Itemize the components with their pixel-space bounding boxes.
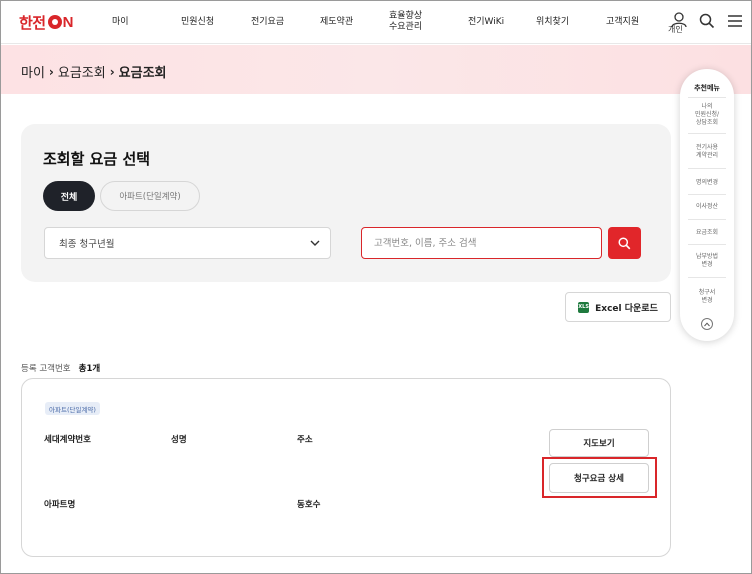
quick-item-payment-method[interactable]: 납부방법 변경 [688, 253, 726, 269]
nav-electric-fee[interactable]: 전기요금 [251, 17, 284, 28]
contract-type-badge: 아파트(단일계약) [45, 402, 100, 415]
quick-menu-divider [688, 194, 726, 195]
quick-item-my-requests[interactable]: 나의 민원신청/ 상담조회 [688, 103, 726, 127]
tab-apartment-single-contract[interactable]: 아파트(단일계약) [100, 181, 200, 211]
billing-month-select[interactable]: 최종 청구년월 [44, 227, 331, 259]
quick-menu-divider [688, 277, 726, 278]
search-icon [618, 236, 631, 249]
name-label: 성명 [171, 435, 187, 445]
household-number-label: 세대계약번호 [44, 435, 91, 445]
nav-civil-request[interactable]: 민원신청 [181, 17, 214, 28]
nav-efficiency[interactable]: 효율향상 수요관리 [389, 11, 422, 33]
customer-search-input[interactable] [361, 227, 602, 259]
search-button[interactable] [608, 227, 641, 259]
chevron-down-icon [310, 240, 320, 246]
page-banner: 마이 › 요금조회 › 요금조회 [1, 45, 751, 94]
registered-count: 등록 고객번호 총1개 [21, 362, 100, 374]
breadcrumb-item-fee-inquiry[interactable]: 요금조회 [58, 62, 106, 81]
registered-count-label: 등록 고객번호 [21, 364, 71, 374]
nav-support[interactable]: 고객지원 [606, 17, 639, 28]
customer-card: 아파트(단일계약) 세대계약번호 성명 주소 아파트명 동호수 지도보기 청구요… [21, 378, 671, 557]
scroll-top-button[interactable] [701, 318, 713, 330]
quick-item-bill-change[interactable]: 청구서 변경 [688, 289, 726, 305]
quick-item-contract-management[interactable]: 전기사용 계약관리 [688, 144, 726, 160]
unit-number-label: 동호수 [297, 500, 321, 510]
quick-menu: 추천메뉴 나의 민원신청/ 상담조회 전기사용 계약관리 명의변경 이사정산 요… [680, 69, 734, 341]
quick-item-move-settlement[interactable]: 이사정산 [688, 203, 726, 211]
billing-detail-button[interactable]: 청구요금 상세 [549, 463, 649, 493]
chevron-up-icon [704, 321, 710, 326]
page-title: 조회할 요금 선택 [43, 150, 151, 168]
nav-location[interactable]: 위치찾기 [536, 17, 569, 28]
search-icon[interactable] [699, 13, 715, 29]
chevron-right-icon: › [109, 64, 115, 79]
quick-item-fee-inquiry[interactable]: 요금조회 [688, 229, 726, 237]
address-label: 주소 [297, 435, 313, 445]
excel-icon: XLS [578, 301, 590, 313]
registered-count-total: 총1개 [78, 364, 101, 374]
hamburger-menu-icon[interactable] [727, 14, 743, 28]
nav-wiki[interactable]: 전기WiKi [468, 17, 504, 28]
quick-menu-divider [688, 219, 726, 220]
kepco-logo[interactable]: 한전 N [19, 12, 73, 32]
quick-menu-divider [688, 168, 726, 169]
breadcrumb-item-my[interactable]: 마이 [21, 62, 45, 81]
quick-menu-divider [688, 97, 726, 98]
excel-download-label: Excel 다운로드 [595, 303, 658, 314]
excel-download-button[interactable]: XLS Excel 다운로드 [565, 292, 671, 322]
chevron-right-icon: › [48, 64, 54, 79]
logo-on-dot [47, 15, 62, 29]
quick-menu-divider [688, 133, 726, 134]
site-header: 한전 N 마이 민원신청 전기요금 제도약관 효율향상 수요관리 전기WiKi … [1, 1, 751, 44]
nav-policy-terms[interactable]: 제도약관 [320, 17, 353, 28]
logo-text-pre: 한전 [19, 14, 46, 32]
quick-item-name-change[interactable]: 명의변경 [688, 179, 726, 187]
quick-menu-divider [688, 244, 726, 245]
breadcrumb-current: 요금조회 [118, 66, 167, 81]
nav-my[interactable]: 마이 [112, 17, 129, 28]
user-label[interactable]: 개인 [668, 24, 683, 35]
view-map-button[interactable]: 지도보기 [549, 429, 649, 457]
fee-selection-panel: 조회할 요금 선택 전체 아파트(단일계약) 최종 청구년월 [21, 124, 671, 282]
apartment-name-label: 아파트명 [44, 500, 76, 510]
logo-text-post: N [62, 13, 74, 31]
billing-month-select-value: 최종 청구년월 [59, 239, 115, 250]
quick-menu-title: 추천메뉴 [694, 84, 720, 92]
tab-all[interactable]: 전체 [43, 181, 95, 211]
breadcrumb: 마이 › 요금조회 › 요금조회 [21, 62, 167, 82]
